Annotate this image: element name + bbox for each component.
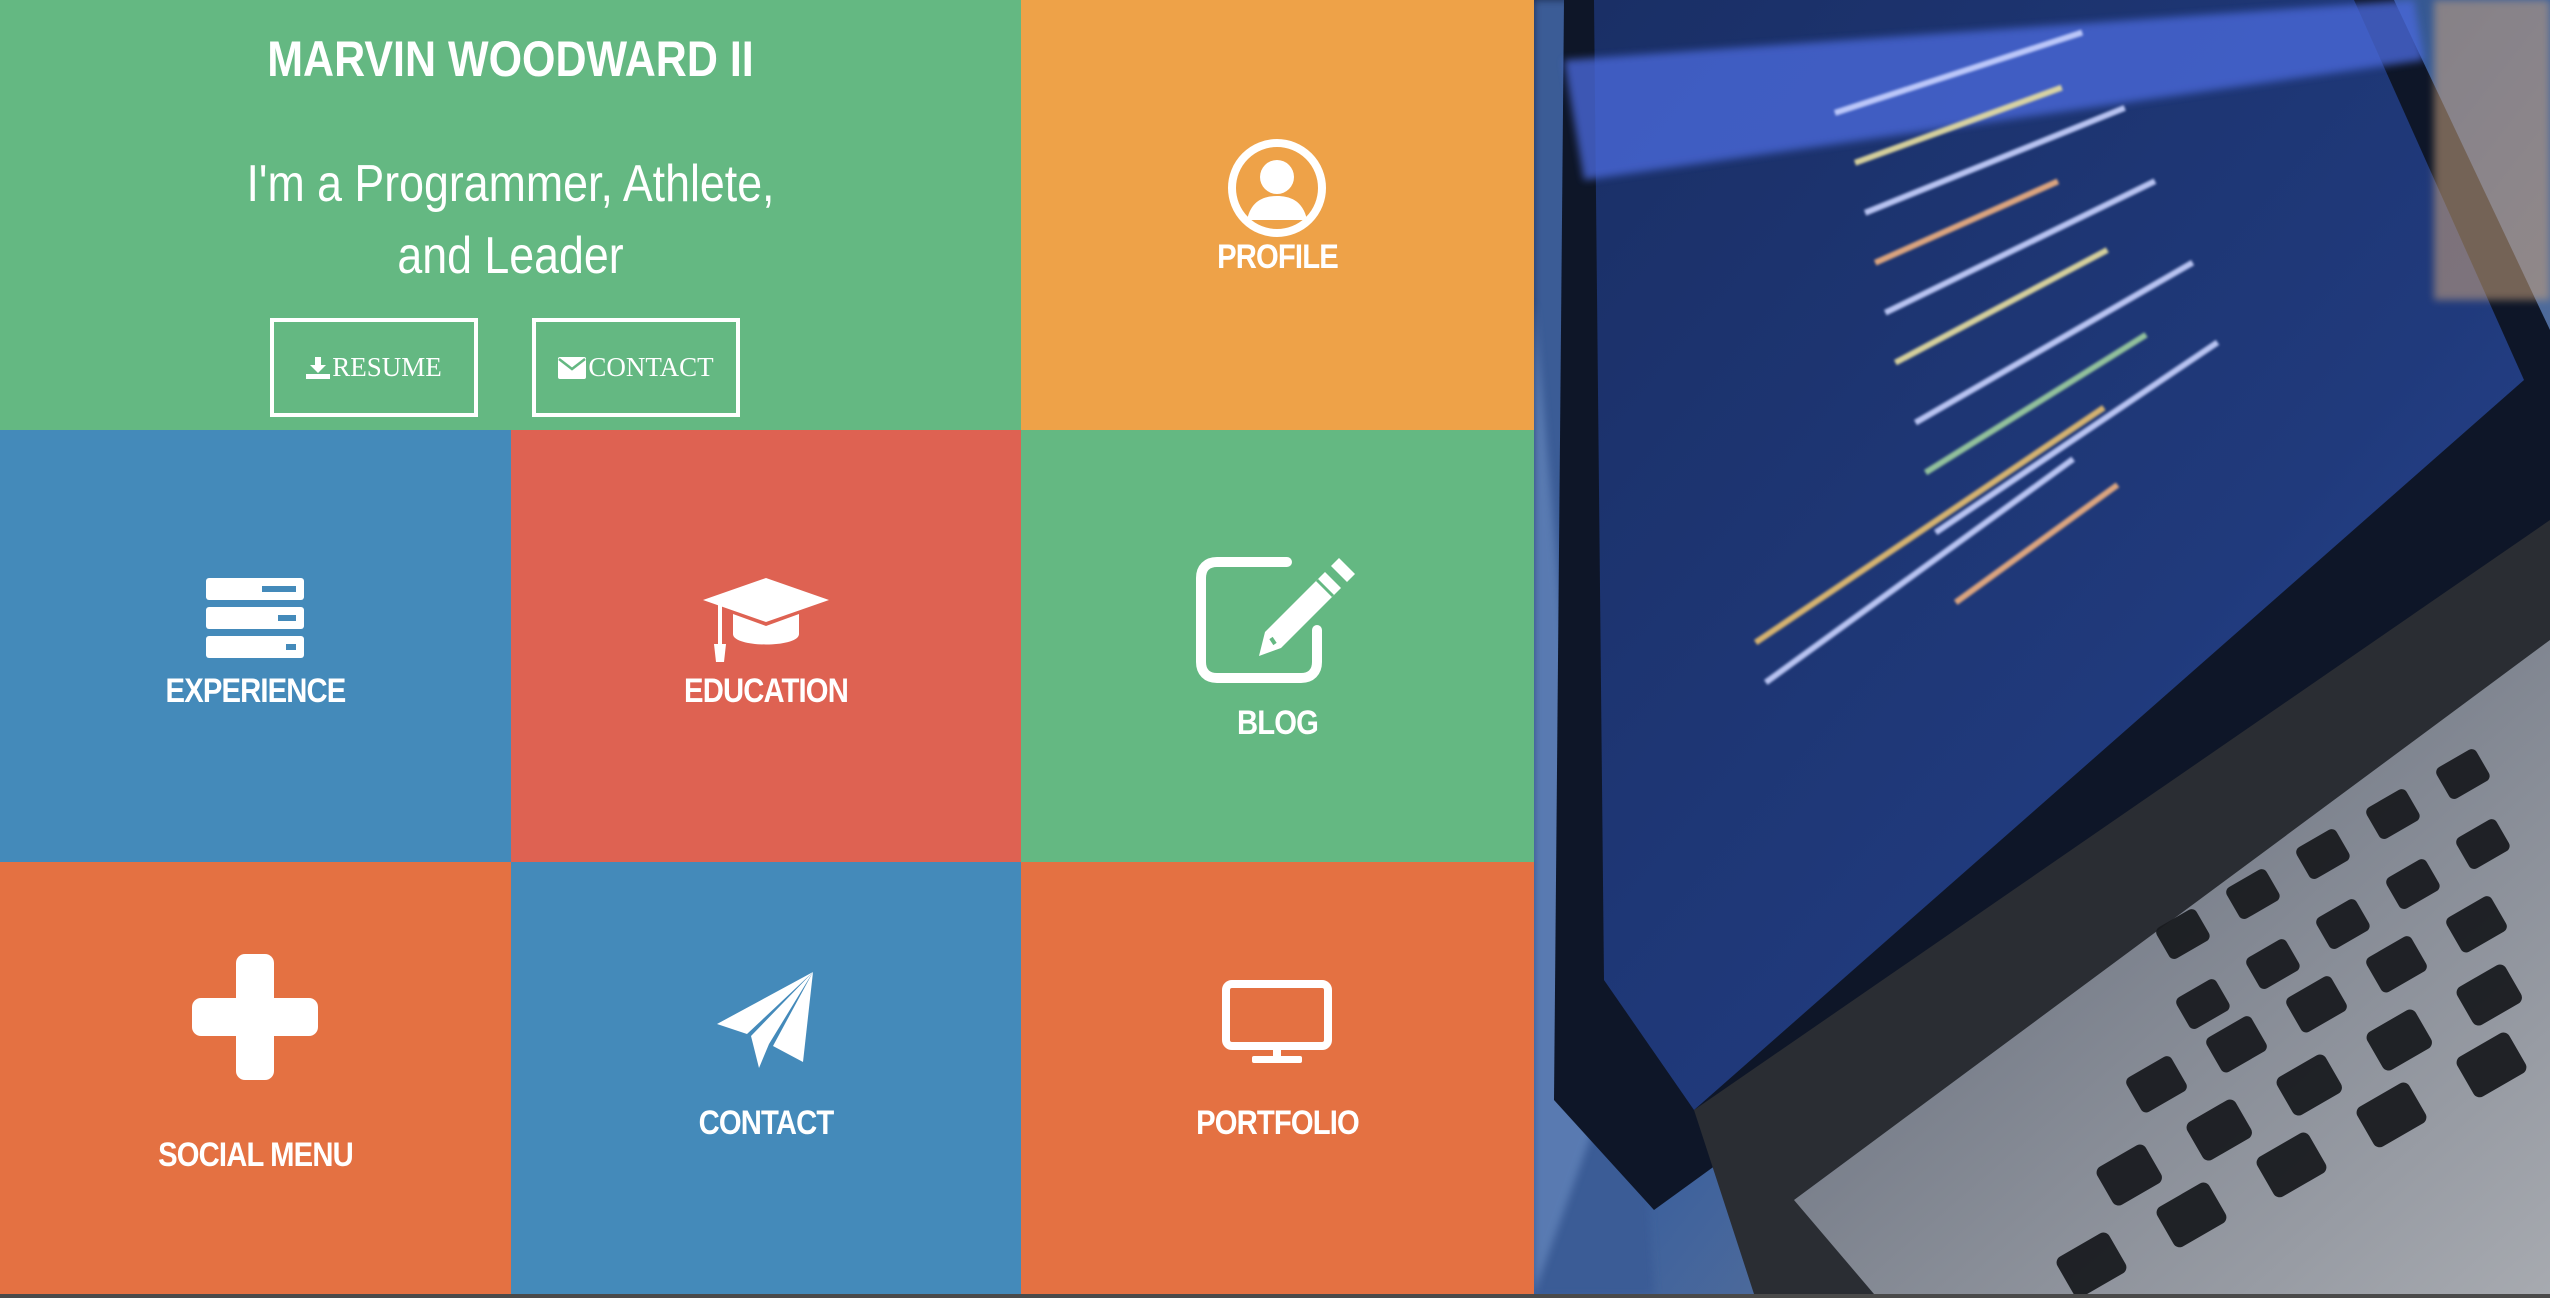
plus-icon — [192, 954, 318, 1080]
resume-button[interactable]: RESUME — [270, 318, 478, 417]
hero-tile: MARVIN WOODWARD II I'm a Programmer, Ath… — [0, 0, 1021, 430]
monitor-icon — [1222, 980, 1332, 1063]
contact-button[interactable]: CONTACT — [532, 318, 740, 417]
hero-tagline-line2: and Leader — [397, 227, 624, 285]
tile-social-menu[interactable]: SOCIAL MENU — [0, 862, 511, 1294]
tile-experience-label: EXPERIENCE — [165, 672, 347, 710]
tile-portfolio-label: PORTFOLIO — [1196, 1104, 1360, 1142]
tile-grid: MARVIN WOODWARD II I'm a Programmer, Ath… — [0, 0, 1534, 1294]
tile-education[interactable]: EDUCATION — [511, 430, 1021, 862]
tile-blog[interactable]: BLOG — [1021, 430, 1534, 862]
edit-square-icon — [1196, 557, 1355, 683]
hero-name: MARVIN WOODWARD II — [267, 31, 754, 87]
tile-blog-label: BLOG — [1236, 704, 1319, 742]
graduation-cap-icon — [703, 578, 829, 662]
paper-plane-icon — [717, 972, 813, 1068]
contact-button-label: CONTACT — [588, 352, 714, 382]
server-stack-icon — [206, 578, 304, 658]
tile-experience[interactable]: EXPERIENCE — [0, 430, 511, 862]
tile-social-menu-label: SOCIAL MENU — [158, 1136, 354, 1174]
page: MARVIN WOODWARD II I'm a Programmer, Ath… — [0, 0, 2550, 1298]
tile-profile[interactable]: PROFILE — [1021, 0, 1534, 430]
envelope-icon — [558, 356, 587, 379]
tile-portfolio[interactable]: PORTFOLIO — [1021, 862, 1534, 1294]
tile-education-label: EDUCATION — [684, 672, 849, 710]
tile-contact[interactable]: CONTACT — [511, 862, 1021, 1294]
laptop-illustration — [1534, 0, 2550, 1294]
user-circle-icon — [1228, 139, 1326, 237]
resume-button-label: RESUME — [332, 352, 442, 382]
download-icon — [306, 356, 331, 379]
hero-tagline: I'm a Programmer, Athlete, and Leader — [209, 148, 812, 292]
tile-profile-label: PROFILE — [1217, 238, 1339, 276]
hero-photo-laptop — [1534, 0, 2550, 1294]
tile-contact-label: CONTACT — [698, 1104, 835, 1142]
hero-tagline-line1: I'm a Programmer, Athlete, — [246, 155, 775, 213]
bottom-bar — [0, 1294, 2550, 1298]
